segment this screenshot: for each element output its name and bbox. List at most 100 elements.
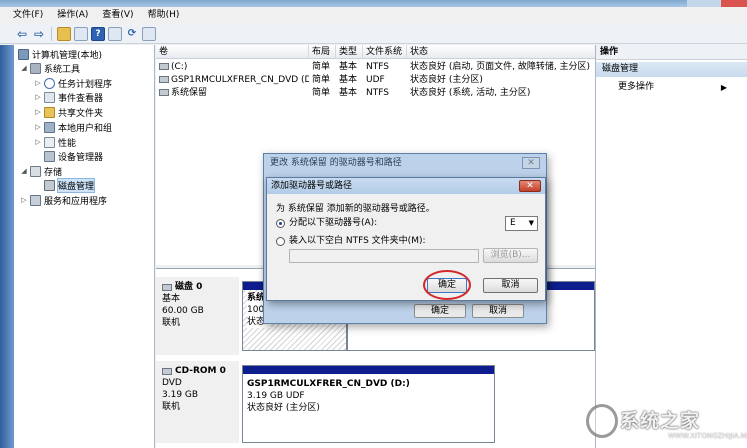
more-actions-link[interactable]: 更多操作 (618, 81, 654, 94)
dialog-title: 更改 系统保留 的驱动器号和路径 (270, 158, 402, 168)
clock-icon (44, 77, 55, 89)
tree-item-root[interactable]: 计算机管理(本地) (16, 47, 102, 61)
volume-type: 基本 (339, 88, 358, 98)
shared-folder-icon (44, 106, 55, 118)
partition-size: 3.19 GB UDF (247, 391, 305, 401)
tree-item-system-tools[interactable]: ◢ 系统工具 (20, 61, 80, 75)
actions-pane: 操作 磁盘管理 更多操作 ▶ (595, 45, 747, 448)
partition-dvd[interactable]: GSP1RMCULXFRER_CN_DVD (D:) 3.19 GB UDF 状… (242, 365, 495, 443)
actions-section-disk-management[interactable]: 磁盘管理 (596, 62, 747, 77)
tree-item-event-viewer[interactable]: ▷ 事件查看器 (34, 90, 103, 104)
expand-arrow-icon[interactable]: ▷ (20, 196, 28, 204)
column-header-type[interactable]: 类型 (336, 45, 363, 59)
volume-layout: 简单 (312, 62, 331, 72)
computer-icon (18, 48, 29, 60)
volume-filesystem: NTFS (366, 62, 389, 72)
disk-name: 磁盘 0 (175, 282, 203, 292)
outer-ok-button[interactable]: 确定 (414, 304, 466, 318)
back-arrow-icon[interactable]: ⇦ (15, 27, 29, 41)
expand-arrow-icon[interactable]: ▷ (34, 79, 42, 87)
dialog-title: 添加驱动器号或路径 (271, 181, 353, 191)
tree-item-services[interactable]: ▷ 服务和应用程序 (20, 193, 107, 207)
disk-icon (162, 283, 172, 291)
toolbar: ⇦ ⇨ ? ⟳ (0, 24, 747, 44)
refresh-icon[interactable]: ⟳ (125, 27, 139, 41)
close-icon[interactable]: ✕ (519, 180, 541, 192)
disk-status: 联机 (162, 318, 181, 328)
partition-bar (243, 366, 494, 374)
close-window-button[interactable] (721, 0, 747, 7)
desktop-edge (0, 45, 14, 448)
actions-header: 操作 (596, 45, 747, 60)
users-icon (44, 121, 55, 133)
expand-arrow-icon[interactable]: ▷ (34, 93, 42, 101)
drive-icon (159, 89, 169, 96)
cancel-button[interactable]: 取消 (483, 278, 538, 293)
cdrom-0-info[interactable]: CD-ROM 0 DVD 3.19 GB 联机 (156, 361, 239, 443)
disk-0-info[interactable]: 磁盘 0 基本 60.00 GB 联机 (156, 277, 239, 355)
dialog-instruction: 为 系统保留 添加新的驱动器号或路径。 (276, 204, 435, 214)
table-row[interactable]: GSP1RMCULXFRER_CN_DVD (D:) 简单 基本 UDF 状态良… (156, 74, 595, 87)
drive-letter-value: E (510, 218, 516, 228)
volume-name: GSP1RMCULXFRER_CN_DVD (D:) (171, 75, 309, 85)
volume-list-header: 卷 布局 类型 文件系统 状态 (156, 45, 595, 59)
menu-help[interactable]: 帮助(H) (141, 7, 187, 24)
mount-folder-path-input[interactable] (289, 249, 479, 263)
column-header-status[interactable]: 状态 (407, 45, 595, 59)
disk-name: CD-ROM 0 (175, 366, 226, 376)
dvd-drive-icon (159, 76, 169, 83)
submenu-arrow-icon: ▶ (720, 83, 727, 92)
column-header-layout[interactable]: 布局 (309, 45, 336, 59)
export-icon[interactable] (142, 26, 156, 41)
tree-item-local-users[interactable]: ▷ 本地用户和组 (34, 120, 112, 134)
table-row[interactable]: 系统保留 简单 基本 NTFS 状态良好 (系统, 活动, 主分区) (156, 87, 595, 100)
expand-arrow-icon[interactable]: ▷ (34, 138, 42, 146)
disk-management-icon (44, 179, 55, 191)
browse-button[interactable]: 浏览(B)... (483, 248, 538, 263)
volume-status: 状态良好 (主分区) (410, 75, 483, 85)
mount-folder-radio[interactable] (276, 237, 285, 246)
mount-folder-label[interactable]: 装入以下空白 NTFS 文件夹中(M): (289, 235, 426, 247)
ok-highlight-ring (423, 270, 471, 300)
collapse-arrow-icon[interactable]: ◢ (20, 64, 28, 72)
expand-arrow-icon[interactable]: ▷ (34, 108, 42, 116)
menu-file[interactable]: 文件(F) (6, 7, 50, 24)
menu-view[interactable]: 查看(V) (95, 7, 140, 24)
tree-item-task-scheduler[interactable]: ▷ 任务计划程序 (34, 76, 112, 90)
assign-drive-letter-label[interactable]: 分配以下驱动器号(A): (289, 217, 377, 229)
column-header-filesystem[interactable]: 文件系统 (363, 45, 407, 59)
table-row[interactable]: (C:) 简单 基本 NTFS 状态良好 (启动, 页面文件, 故障转储, 主分… (156, 61, 595, 74)
close-icon[interactable]: ✕ (522, 157, 540, 169)
folder-icon[interactable] (57, 26, 71, 41)
tree-item-performance[interactable]: ▷ 性能 (34, 135, 76, 149)
collapse-arrow-icon[interactable]: ◢ (20, 167, 28, 175)
volume-layout: 简单 (312, 88, 331, 98)
tree-item-disk-management[interactable]: 磁盘管理 (42, 177, 96, 193)
outer-cancel-button[interactable]: 取消 (472, 304, 524, 318)
column-header-volume[interactable]: 卷 (156, 45, 309, 59)
assign-drive-letter-radio[interactable] (276, 219, 285, 228)
drive-letter-select[interactable]: E ▼ (505, 216, 538, 231)
drive-icon (159, 63, 169, 70)
disk-status: 联机 (162, 402, 181, 412)
performance-icon (44, 136, 55, 148)
menu-action[interactable]: 操作(A) (50, 7, 95, 24)
volume-layout: 简单 (312, 75, 331, 85)
storage-icon (30, 165, 41, 177)
chevron-down-icon: ▼ (528, 219, 534, 227)
forward-arrow-icon[interactable]: ⇨ (32, 27, 46, 41)
tree-item-device-manager[interactable]: 设备管理器 (42, 149, 103, 163)
grid-icon[interactable] (74, 26, 88, 41)
tree-item-shared-folders[interactable]: ▷ 共享文件夹 (34, 105, 103, 119)
add-drive-letter-dialog: 添加驱动器号或路径 ✕ 为 系统保留 添加新的驱动器号或路径。 分配以下驱动器号… (266, 177, 546, 301)
cdrom-icon (162, 367, 172, 375)
help-icon[interactable]: ? (91, 26, 105, 41)
watermark-logo-icon (586, 404, 618, 438)
device-manager-icon (44, 150, 55, 162)
properties-icon[interactable] (108, 26, 122, 41)
tree-item-storage[interactable]: ◢ 存储 (20, 164, 62, 178)
disk-size: 3.19 GB (162, 390, 199, 400)
expand-arrow-icon[interactable]: ▷ (34, 123, 42, 131)
toolbar-separator (51, 26, 52, 41)
disk-type: DVD (162, 378, 182, 388)
